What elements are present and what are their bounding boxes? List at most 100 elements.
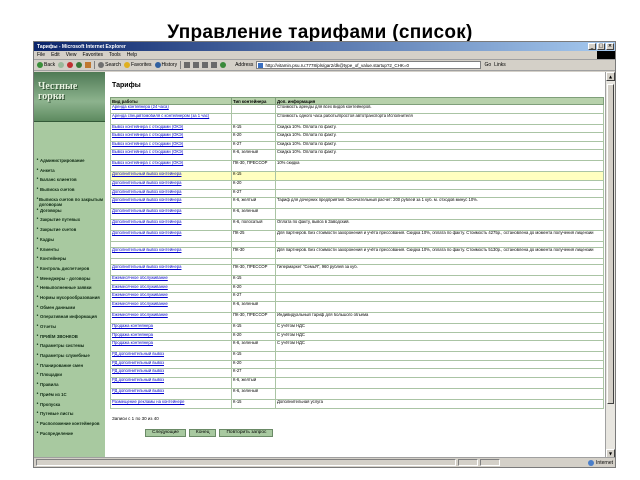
links-button[interactable]: Links — [494, 62, 506, 68]
cell-work[interactable]: Дополнительный вывоз контейнера — [110, 219, 232, 232]
discuss-button[interactable] — [211, 62, 218, 68]
scroll-up-icon[interactable]: ▲ — [606, 72, 615, 81]
sidebar-item[interactable]: • Параметры системы — [34, 342, 105, 352]
cell-work[interactable]: Дополнительный вывоз контейнера — [110, 171, 232, 181]
cell-work[interactable]: Ежемесячное обслуживание — [110, 283, 232, 294]
cell-type: К-15 — [231, 275, 276, 285]
cell-info — [275, 188, 604, 199]
sidebar-item[interactable]: • Менеджеры - договоры — [34, 275, 105, 285]
menu-view[interactable]: View — [66, 52, 77, 58]
cell-work[interactable]: РД дополнительный вывоз — [110, 368, 232, 378]
cell-work[interactable]: Продажа контейнера — [110, 322, 232, 333]
cell-info: Для партнеров. Без стоимости захоронения… — [275, 247, 604, 260]
cell-work[interactable]: Дополнительный вывоз контейнера — [110, 179, 232, 190]
sidebar-item[interactable]: • Невыполненные заявки — [34, 284, 105, 294]
sidebar-item[interactable]: • Приём из 1С — [34, 391, 105, 401]
menu-favorites[interactable]: Favorites — [82, 52, 103, 58]
mail-button[interactable] — [184, 62, 191, 68]
sidebar-item[interactable]: • Площадки — [34, 371, 105, 381]
sidebar-item[interactable]: • Кадры — [34, 236, 105, 246]
sidebar-item[interactable]: • Параметры служебные — [34, 352, 105, 362]
cell-type: К-20 — [231, 179, 276, 190]
cell-work[interactable]: Дополнительный вывоз контейнера — [110, 197, 232, 210]
sidebar-item[interactable]: • Правила — [34, 381, 105, 391]
go-button[interactable]: Go — [484, 62, 491, 68]
table-row: Дополнительный вывоз контейнера К-6, зеле… — [110, 208, 604, 221]
cell-work[interactable]: РД дополнительный вывоз — [110, 387, 232, 400]
cell-work[interactable]: РД дополнительный вывоз — [110, 351, 232, 361]
maximize-button[interactable]: □ — [597, 43, 605, 50]
menu-edit[interactable]: Edit — [51, 52, 60, 58]
refresh-button[interactable] — [76, 62, 83, 68]
cell-work[interactable]: Дополнительный вывоз контейнера — [110, 188, 232, 199]
sidebar-item[interactable]: • Контейнеры — [34, 255, 105, 265]
sidebar-item[interactable]: • Анкета — [34, 167, 105, 177]
history-button[interactable]: History — [154, 62, 177, 68]
cell-work[interactable]: РД дополнительный вывоз — [110, 376, 232, 389]
print-button[interactable] — [193, 62, 200, 68]
sidebar-item[interactable]: • Клиенты — [34, 246, 105, 256]
minimize-button[interactable]: _ — [588, 43, 596, 50]
address-field[interactable]: http://vitamin.psu.ru:7778/pls/gar2/dk@t… — [256, 61, 482, 69]
edit-button[interactable] — [202, 62, 209, 68]
repeat-query-button[interactable]: Повторить запрос — [219, 429, 274, 437]
sidebar-item[interactable]: • Оперативная информация — [34, 313, 105, 323]
sidebar-item[interactable]: • Выписка счетов — [34, 186, 105, 196]
column-header-type[interactable]: Тип контейнера — [231, 97, 276, 105]
back-button[interactable]: Back — [37, 62, 55, 68]
sidebar-item[interactable]: • Отчеты — [34, 323, 105, 333]
sidebar-item[interactable]: • Закрытие счетов — [34, 226, 105, 236]
cell-work[interactable]: Размещение рекламы на контейнере — [110, 398, 232, 409]
column-header-work[interactable]: Вид работы — [110, 97, 232, 105]
forward-button[interactable] — [58, 62, 65, 68]
scroll-thumb[interactable] — [607, 84, 614, 404]
cell-work[interactable]: Дополнительный вывоз контейнера — [110, 208, 232, 221]
favorites-button[interactable]: Favorites — [123, 62, 152, 68]
sidebar-item[interactable]: • Баланс клиентов — [34, 176, 105, 186]
cell-work[interactable]: Ежемесячное обслуживание — [110, 292, 232, 302]
sidebar-item[interactable]: • Обмен данными — [34, 304, 105, 314]
messenger-button[interactable] — [220, 62, 227, 68]
cell-work[interactable]: Аренда спецавтомобиля с контейнером (за … — [110, 112, 232, 125]
cell-work[interactable]: Ежемесячное обслуживание — [110, 311, 232, 324]
menu-help[interactable]: Help — [127, 52, 137, 58]
sidebar-item[interactable]: • Нормы мусорообразования — [34, 294, 105, 304]
menu-file[interactable]: File — [37, 52, 45, 58]
sidebar-item[interactable]: • Планирование смен — [34, 362, 105, 372]
cell-work[interactable]: Ежемесячное обслуживание — [110, 300, 232, 313]
sidebar-item[interactable]: • Путевые листы — [34, 410, 105, 420]
sidebar-item[interactable]: • Расположение контейнеров — [34, 420, 105, 430]
column-header-info[interactable]: Доп. информация — [275, 97, 604, 105]
vertical-scrollbar[interactable]: ▲ ▼ — [605, 72, 615, 458]
sidebar-item[interactable]: • ПРИЁМ ЗВОНКОВ — [34, 333, 105, 343]
sidebar-item[interactable]: • Договоры — [34, 207, 105, 217]
cell-work[interactable]: Продажа контейнера — [110, 331, 232, 342]
next-button[interactable]: Следующие — [145, 429, 186, 437]
cell-work[interactable]: Аренда контейнера (24 часа) — [110, 104, 232, 114]
stop-button[interactable] — [67, 62, 74, 68]
close-button[interactable]: × — [606, 43, 614, 50]
cell-work[interactable]: Вывоз контейнера с отходами (ОКЭ) — [110, 140, 232, 151]
sidebar-item[interactable]: • Пропуска — [34, 401, 105, 411]
sidebar-item-label: Клиенты — [40, 246, 59, 252]
cell-work[interactable]: Продажа контейнера — [110, 340, 232, 353]
end-button[interactable]: Конец — [188, 429, 217, 437]
home-button[interactable] — [85, 62, 92, 68]
sidebar-item[interactable]: • Закрытие путевых — [34, 216, 105, 226]
sidebar-item[interactable]: • Контроль диспетчеров — [34, 265, 105, 275]
cell-work[interactable]: Ежемесячное обслуживание — [110, 275, 232, 285]
sidebar-item[interactable]: • Распределение — [34, 430, 105, 440]
cell-work[interactable]: Вывоз контейнера с отходами (ОКЭ) — [110, 149, 232, 162]
toolbar: Back Search Favorites History Address ht… — [34, 60, 615, 71]
sidebar-item[interactable]: • Администрирование — [34, 157, 105, 167]
menu-tools[interactable]: Tools — [109, 52, 121, 58]
cell-work[interactable]: Вывоз контейнера с отходами (ОКЭ) — [110, 132, 232, 142]
cell-work[interactable]: Дополнительный вывоз контейнера — [110, 230, 232, 243]
cell-work[interactable]: Вывоз контейнера с отходами (ОКЭ) — [110, 123, 232, 134]
search-button[interactable]: Search — [98, 62, 121, 68]
sidebar-item[interactable]: • Выписка счетов по закрытым договорам — [34, 196, 105, 207]
cell-work[interactable]: Дополнительный вывоз контейнера — [110, 264, 232, 277]
cell-work[interactable]: РД дополнительный вывоз — [110, 359, 232, 370]
cell-work[interactable]: Вывоз контейнера с отходами (ОКЭ) — [110, 160, 232, 173]
cell-work[interactable]: Дополнительный вывоз контейнера — [110, 247, 232, 260]
